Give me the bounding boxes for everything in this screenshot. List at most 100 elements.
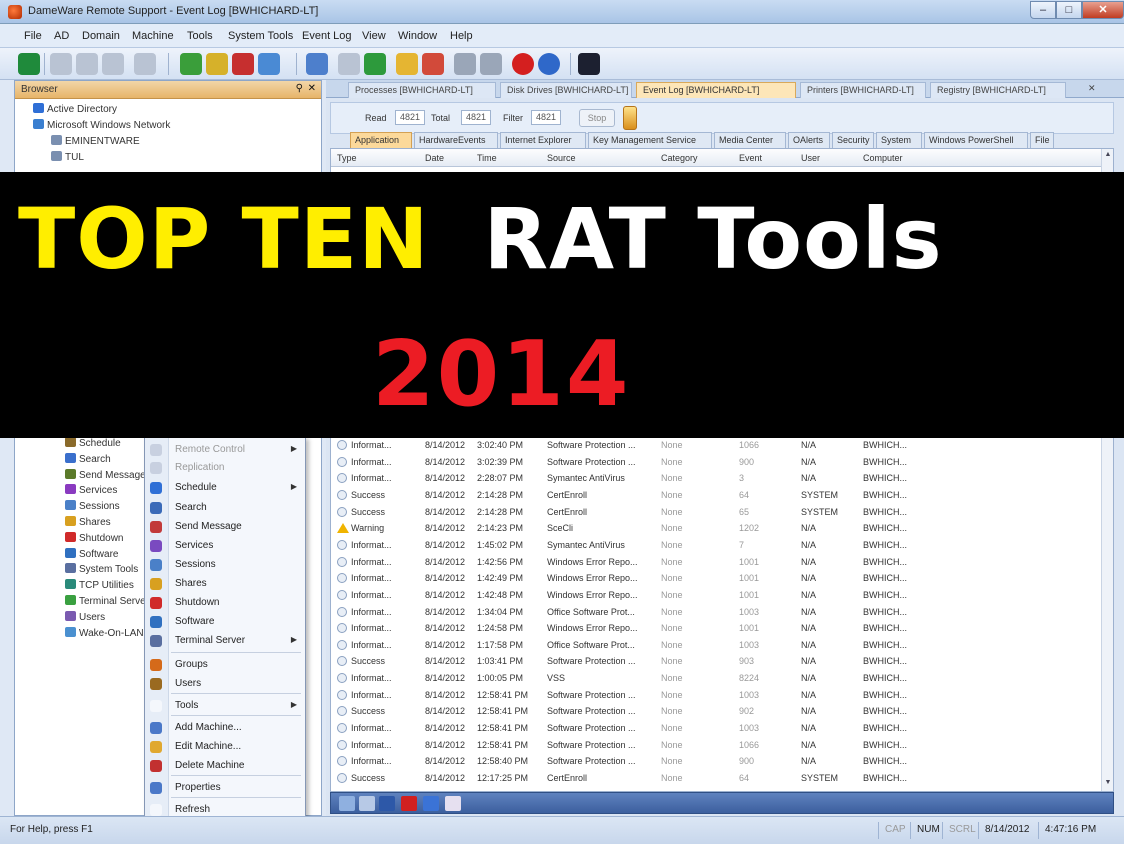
info-icon[interactable]	[512, 53, 534, 75]
context-menu-item-replication[interactable]: Replication	[145, 459, 305, 477]
context-menu-item-add-machine[interactable]: Add Machine...	[145, 719, 305, 737]
tree-item[interactable]: Services	[65, 484, 117, 496]
menu-domain[interactable]: Domain	[82, 30, 120, 42]
table-row[interactable]: Informat... 8/14/2012 1:00:05 PM VSS None 822…	[331, 670, 1101, 687]
maximize-button[interactable]: □	[1056, 1, 1082, 19]
log-tab[interactable]: Internet Explorer	[500, 132, 586, 148]
back-icon[interactable]	[50, 53, 72, 75]
log-tab[interactable]: Security	[832, 132, 874, 148]
tree-item[interactable]: Software	[65, 547, 118, 560]
refresh-small-icon[interactable]	[102, 53, 124, 75]
tree-item[interactable]: Schedule	[65, 437, 121, 449]
doc-tab[interactable]: Printers [BWHICHARD-LT]	[800, 82, 926, 98]
filter-icon[interactable]	[623, 106, 637, 130]
table-row[interactable]: Informat... 8/14/2012 2:28:07 PM Symantec A…	[331, 470, 1101, 487]
context-menu-item-edit-machine[interactable]: Edit Machine...	[145, 738, 305, 756]
log-tab[interactable]: Key Management Service	[588, 132, 712, 148]
menu-event-log[interactable]: Event Log	[302, 30, 352, 42]
table-row[interactable]: Informat... 8/14/2012 1:42:48 PM Windows Er…	[331, 587, 1101, 604]
tree-item[interactable]: Terminal Server	[65, 595, 149, 607]
log-tab[interactable]: System	[876, 132, 922, 148]
properties-icon[interactable]	[258, 53, 280, 75]
add-machine-icon[interactable]	[180, 53, 202, 75]
context-menu-item-users[interactable]: Users	[145, 675, 305, 693]
save-icon[interactable]	[379, 796, 395, 811]
doc-tab[interactable]: Registry [BWHICHARD-LT]	[930, 82, 1066, 98]
log-tab[interactable]: HardwareEvents	[414, 132, 498, 148]
log-tab[interactable]: Media Center	[714, 132, 786, 148]
delete-icon[interactable]	[401, 796, 417, 811]
tree-item[interactable]: Microsoft Windows Network	[33, 119, 170, 131]
table-row[interactable]: Success 8/14/2012 2:14:28 PM CertEnroll None…	[331, 504, 1101, 521]
tree-item[interactable]: TCP Utilities	[65, 579, 134, 591]
table-row[interactable]: Informat... 8/14/2012 1:42:49 PM Windows Er…	[331, 570, 1101, 587]
menu-ad[interactable]: AD	[54, 30, 69, 42]
context-menu-item-delete-machine[interactable]: Delete Machine	[145, 757, 305, 775]
context-menu-item-groups[interactable]: Groups	[145, 656, 305, 674]
context-menu-item-sessions[interactable]: Sessions	[145, 556, 305, 574]
stop-button[interactable]: Stop	[579, 109, 615, 127]
tree-item[interactable]: Shutdown	[65, 531, 123, 544]
table-row[interactable]: Warning 8/14/2012 2:14:23 PM SceCli None 1202…	[331, 520, 1101, 537]
table-row[interactable]: Informat... 8/14/2012 1:17:58 PM Office Sof…	[331, 637, 1101, 654]
tree-item[interactable]: Search	[65, 452, 111, 465]
tree-item[interactable]: Wake-On-LAN	[65, 626, 144, 639]
table-row[interactable]: Informat... 8/14/2012 12:58:41 PM Software …	[331, 737, 1101, 754]
edit-machine-icon[interactable]	[206, 53, 228, 75]
scroll-up-icon[interactable]: ▲	[1103, 151, 1113, 163]
table-row[interactable]: Success 8/14/2012 2:14:28 PM CertEnroll None…	[331, 487, 1101, 504]
table-row[interactable]: Informat... 8/14/2012 12:58:41 PM Software …	[331, 687, 1101, 704]
filter-funnel-icon[interactable]	[423, 796, 439, 811]
doc-tab[interactable]: Disk Drives [BWHICHARD-LT]	[500, 82, 632, 98]
column-header-event[interactable]: Event	[739, 153, 762, 163]
menu-system-tools[interactable]: System Tools	[228, 30, 293, 42]
context-menu-item-terminal-server[interactable]: Terminal Server ▶	[145, 632, 305, 650]
column-header-user[interactable]: User	[801, 153, 820, 163]
context-menu-item-services[interactable]: Services	[145, 537, 305, 555]
tree-item[interactable]: Active Directory	[33, 103, 117, 115]
network-icon[interactable]	[306, 53, 328, 75]
find-icon[interactable]	[339, 796, 355, 811]
log-tab[interactable]: Application	[350, 132, 412, 148]
log-tab[interactable]: Windows PowerShell	[924, 132, 1028, 148]
tree-item[interactable]: Shares	[65, 516, 111, 528]
doc-tab[interactable]: Event Log [BWHICHARD-LT]	[636, 82, 796, 98]
context-menu-item-remote-control[interactable]: Remote Control ▶	[145, 441, 305, 459]
forward-icon[interactable]	[76, 53, 98, 75]
tree-item[interactable]: EMINENTWARE	[51, 135, 140, 147]
reload-icon[interactable]	[364, 53, 386, 75]
context-menu-item-properties[interactable]: Properties	[145, 779, 305, 797]
copy-icon[interactable]	[359, 796, 375, 811]
home-icon[interactable]	[134, 53, 156, 75]
context-menu-item-shutdown[interactable]: Shutdown	[145, 594, 305, 612]
connect-icon[interactable]	[18, 53, 40, 75]
column-header-type[interactable]: Type	[337, 153, 357, 163]
check-icon[interactable]	[445, 796, 461, 811]
minimize-button[interactable]: –	[1030, 1, 1056, 19]
column-header-date[interactable]: Date	[425, 153, 444, 163]
tree-item[interactable]: Send Message	[65, 468, 146, 481]
tree-item[interactable]: TUL	[51, 151, 84, 163]
context-menu-item-search[interactable]: Search	[145, 499, 305, 517]
doc-tab[interactable]: Processes [BWHICHARD-LT]	[348, 82, 496, 98]
table-row[interactable]: Informat... 8/14/2012 12:58:40 PM Software …	[331, 753, 1101, 770]
log-tab[interactable]: File	[1030, 132, 1054, 148]
context-menu-item-software[interactable]: Software	[145, 613, 305, 631]
table-row[interactable]: Success 8/14/2012 12:17:25 PM CertEnroll Non…	[331, 770, 1101, 787]
table-row[interactable]: Informat... 8/14/2012 1:24:58 PM Windows Er…	[331, 620, 1101, 637]
help-icon[interactable]	[538, 53, 560, 75]
tree-item[interactable]: Sessions	[65, 500, 120, 512]
table-row[interactable]: Success 8/14/2012 1:03:41 PM Software Prote…	[331, 653, 1101, 670]
console-icon[interactable]	[578, 53, 600, 75]
tree-item[interactable]: System Tools	[65, 563, 138, 575]
log-tab[interactable]: OAlerts	[788, 132, 830, 148]
folder-icon[interactable]	[396, 53, 418, 75]
menu-help[interactable]: Help	[450, 30, 473, 42]
close-tab-icon[interactable]: ✕	[1088, 83, 1096, 94]
table-row[interactable]: Informat... 8/14/2012 12:58:41 PM Software …	[331, 720, 1101, 737]
menu-window[interactable]: Window	[398, 30, 437, 42]
column-header-category[interactable]: Category	[661, 153, 698, 163]
table-row[interactable]: Informat... 8/14/2012 1:45:02 PM Symantec A…	[331, 537, 1101, 554]
table-row[interactable]: Informat... 8/14/2012 1:34:04 PM Office Sof…	[331, 604, 1101, 621]
close-button[interactable]: ✕	[1082, 1, 1124, 19]
